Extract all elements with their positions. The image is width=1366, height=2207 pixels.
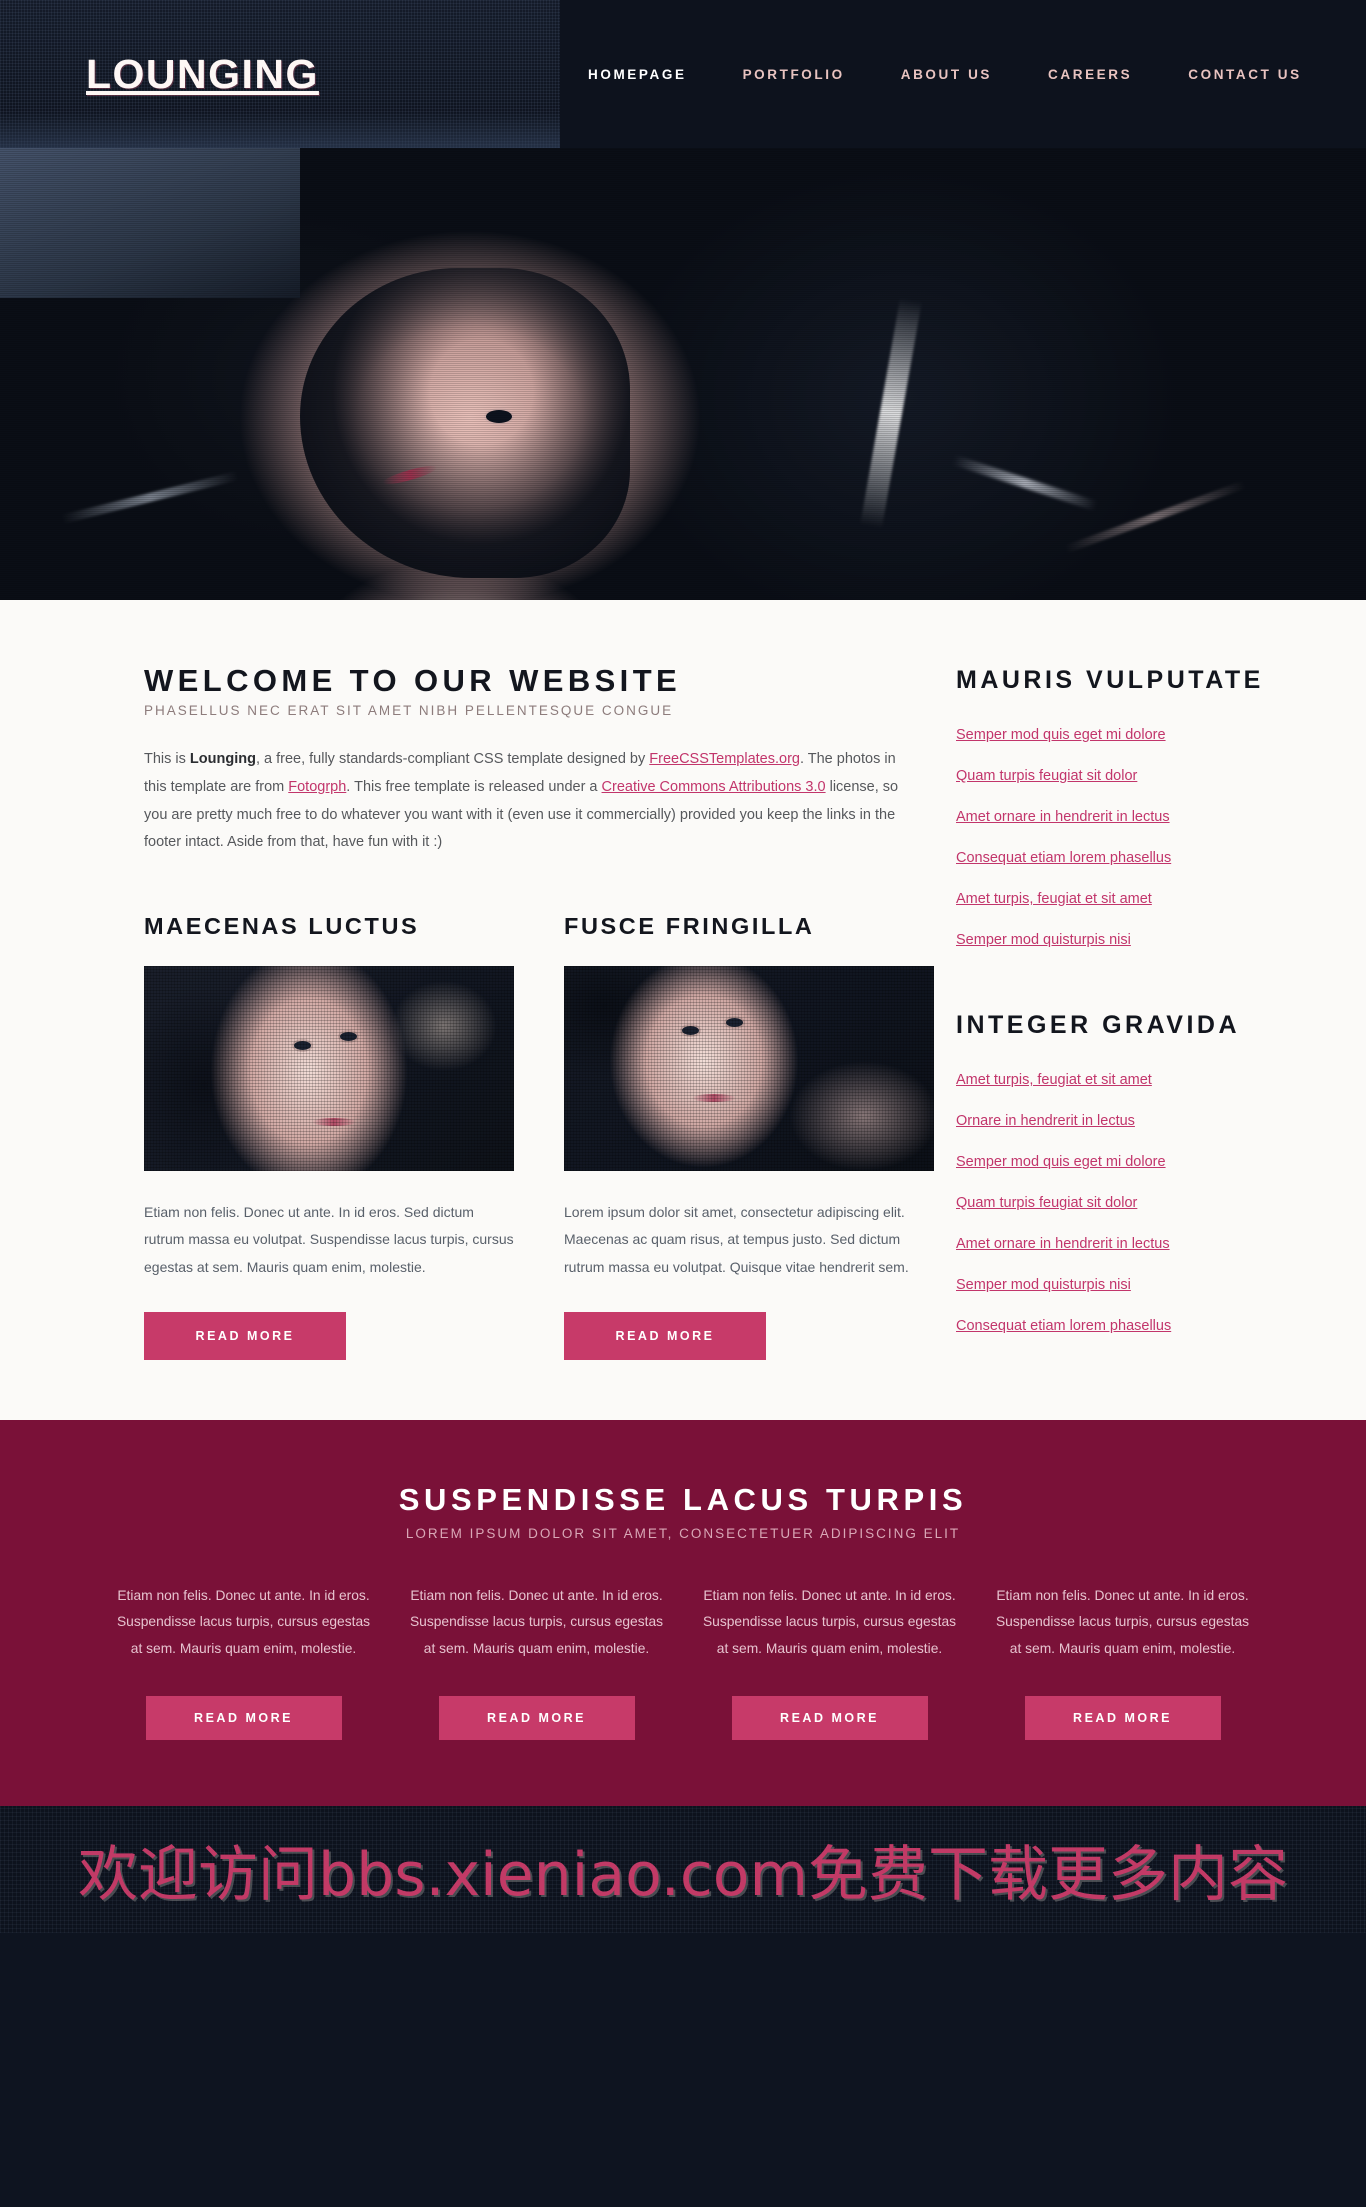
promo-card-1-body: Etiam non felis. Donec ut ante. In id er… (116, 1587, 371, 1656)
feature-2-body: Lorem ipsum dolor sit amet, consectetur … (564, 1203, 909, 1276)
list-item: Consequat etiam lorem phasellus (956, 1317, 1308, 1335)
watermark-text: 欢迎访问bbs.xieniao.com免费下载更多内容 (78, 1840, 1288, 1911)
sidebar-heading-2: INTEGER GRAVIDA (956, 1011, 1240, 1039)
hero-halftone-overlay (0, 148, 1366, 600)
nav-item-about-us[interactable]: ABOUT US (873, 67, 1020, 82)
sidebar-2-link-3[interactable]: Semper mod quis eget mi dolore (956, 1154, 1166, 1170)
feature-2-read-more-button[interactable]: READ MORE (564, 1311, 766, 1360)
link-fotogrph[interactable]: Fotogrph (288, 779, 346, 795)
sidebar-1-link-2[interactable]: Quam turpis feugiat sit dolor (956, 768, 1137, 784)
feature-1-read-more-button[interactable]: READ MORE (144, 1311, 346, 1360)
intro-brand: Lounging (189, 751, 256, 768)
list-item: Amet ornare in hendrerit in lectus (956, 808, 1308, 826)
intro-paragraph: This is Lounging, a free, fully standard… (144, 746, 903, 856)
promo-title: SUSPENDISSE LACUS TURPIS (398, 1481, 968, 1517)
main-content: WELCOME TO OUR WEBSITE PHASELLUS NEC ERA… (0, 600, 1366, 1420)
feature-1-body: Etiam non felis. Donec ut ante. In id er… (144, 1203, 514, 1276)
intro-text-1: This is (144, 751, 190, 768)
sidebar-1-link-1[interactable]: Semper mod quis eget mi dolore (956, 727, 1166, 743)
list-item: Quam turpis feugiat sit dolor (956, 1194, 1308, 1212)
sidebar-1-link-5[interactable]: Amet turpis, feugiat et sit amet (956, 891, 1152, 907)
nav-item-careers[interactable]: CAREERS (1020, 67, 1160, 82)
site-header: LOUNGING HOMEPAGE PORTFOLIO ABOUT US CAR… (0, 0, 1366, 148)
sidebar-2-link-7[interactable]: Consequat etiam lorem phasellus (956, 1318, 1171, 1334)
feature-column-1: MAECENAS LUCTUS Etiam non felis. Donec u… (144, 913, 514, 1360)
list-item: Amet ornare in hendrerit in lectus (956, 1235, 1308, 1253)
sidebar-1-link-3[interactable]: Amet ornare in hendrerit in lectus (956, 809, 1170, 825)
promo-card-2-body: Etiam non felis. Donec ut ante. In id er… (409, 1587, 664, 1656)
list-item: Ornare in hendrerit in lectus (956, 1112, 1308, 1130)
intro-text-4: . This free template is released under a (346, 779, 602, 796)
list-item: Semper mod quisturpis nisi (956, 1276, 1308, 1294)
promo-card-2-read-more-button[interactable]: READ MORE (438, 1696, 635, 1741)
hero-photo-woman-reclining (0, 148, 1366, 600)
link-creative-commons[interactable]: Creative Commons Attributions 3.0 (602, 779, 826, 795)
feature-1-heading: MAECENAS LUCTUS (144, 912, 420, 939)
sidebar-2-link-1[interactable]: Amet turpis, feugiat et sit amet (956, 1072, 1152, 1088)
content-wrapper: WELCOME TO OUR WEBSITE PHASELLUS NEC ERA… (58, 664, 1308, 1360)
promo-card-1-read-more-button[interactable]: READ MORE (145, 1696, 342, 1741)
list-item: Consequat etiam lorem phasellus (956, 849, 1308, 867)
list-item: Amet turpis, feugiat et sit amet (956, 1071, 1308, 1089)
sidebar-2-link-2[interactable]: Ornare in hendrerit in lectus (956, 1113, 1135, 1129)
sidebar-2-link-5[interactable]: Amet ornare in hendrerit in lectus (956, 1236, 1170, 1252)
list-item: Quam turpis feugiat sit dolor (956, 767, 1308, 785)
hero-banner (0, 148, 1366, 600)
list-item: Semper mod quis eget mi dolore (956, 1153, 1308, 1171)
sidebar-1-link-4[interactable]: Consequat etiam lorem phasellus (956, 850, 1171, 866)
promo-card-row: Etiam non felis. Donec ut ante. In id er… (58, 1583, 1308, 1741)
sidebar-heading-1: MAURIS VULPUTATE (956, 666, 1264, 694)
sidebar-2-link-6[interactable]: Semper mod quisturpis nisi (956, 1277, 1131, 1293)
nav-item-portfolio[interactable]: PORTFOLIO (715, 67, 873, 82)
list-item: Amet turpis, feugiat et sit amet (956, 890, 1308, 908)
primary-navigation: HOMEPAGE PORTFOLIO ABOUT US CAREERS CONT… (560, 0, 1330, 148)
sidebar-list-1: Semper mod quis eget mi dolore Quam turp… (956, 726, 1308, 949)
sidebar-list-2: Amet turpis, feugiat et sit amet Ornare … (956, 1071, 1308, 1335)
promo-subtitle: LOREM IPSUM DOLOR SIT AMET, CONSECTETUER… (405, 1525, 961, 1541)
sidebar: MAURIS VULPUTATE Semper mod quis eget mi… (903, 664, 1308, 1335)
list-item: Semper mod quisturpis nisi (956, 931, 1308, 949)
feature-1-halftone-overlay (144, 965, 514, 1171)
sidebar-block-mauris-vulputate: MAURIS VULPUTATE Semper mod quis eget mi… (956, 664, 1308, 949)
intro-text-2: , a free, fully standards-compliant CSS … (255, 751, 650, 768)
welcome-title: WELCOME TO OUR WEBSITE (144, 663, 682, 698)
nav-item-homepage[interactable]: HOMEPAGE (560, 67, 715, 82)
feature-2-halftone-overlay (564, 965, 934, 1171)
feature-2-heading: FUSCE FRINGILLA (564, 912, 815, 939)
link-freecsstemplates[interactable]: FreeCSSTemplates.org (649, 751, 800, 767)
promo-card-3: Etiam non felis. Donec ut ante. In id er… (702, 1583, 957, 1741)
sidebar-block-integer-gravida: INTEGER GRAVIDA Amet turpis, feugiat et … (956, 1009, 1308, 1335)
promo-card-2: Etiam non felis. Donec ut ante. In id er… (409, 1583, 664, 1741)
promo-card-3-read-more-button[interactable]: READ MORE (731, 1696, 928, 1741)
feature-1-image (144, 965, 514, 1171)
feature-columns: MAECENAS LUCTUS Etiam non felis. Donec u… (144, 913, 934, 1360)
sidebar-2-link-4[interactable]: Quam turpis feugiat sit dolor (956, 1195, 1137, 1211)
sidebar-1-link-6[interactable]: Semper mod quisturpis nisi (956, 932, 1131, 948)
promo-card-4: Etiam non felis. Donec ut ante. In id er… (995, 1583, 1250, 1741)
promo-band: SUSPENDISSE LACUS TURPIS LOREM IPSUM DOL… (0, 1419, 1366, 1807)
promo-card-4-read-more-button[interactable]: READ MORE (1024, 1696, 1221, 1741)
content-left-column: WELCOME TO OUR WEBSITE PHASELLUS NEC ERA… (58, 663, 934, 1360)
watermark-bar: 欢迎访问bbs.xieniao.com免费下载更多内容 (0, 1806, 1366, 1934)
promo-card-4-body: Etiam non felis. Donec ut ante. In id er… (995, 1587, 1250, 1656)
welcome-subtitle: PHASELLUS NEC ERAT SIT AMET NIBH PELLENT… (144, 703, 674, 719)
list-item: Semper mod quis eget mi dolore (956, 726, 1308, 744)
promo-card-3-body: Etiam non felis. Donec ut ante. In id er… (702, 1587, 957, 1656)
feature-column-2: FUSCE FRINGILLA Lorem ipsum dolor sit am… (564, 913, 934, 1360)
nav-item-contact-us[interactable]: CONTACT US (1160, 67, 1330, 82)
feature-2-image (564, 965, 934, 1171)
site-logo[interactable]: LOUNGING (86, 51, 319, 98)
promo-card-1: Etiam non felis. Donec ut ante. In id er… (116, 1583, 371, 1741)
